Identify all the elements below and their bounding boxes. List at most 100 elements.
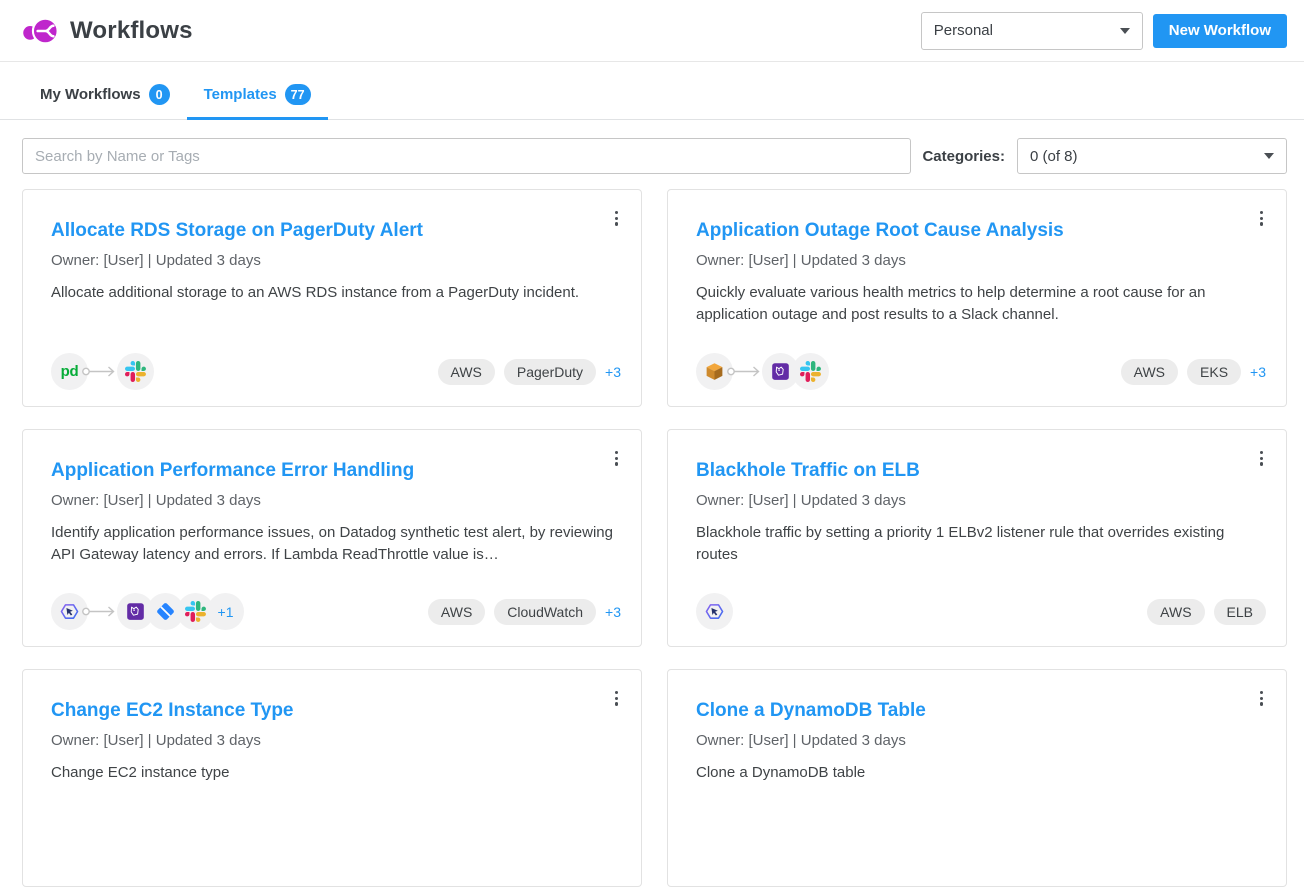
kebab-dot: [615, 697, 618, 700]
chevron-down-icon: [1120, 28, 1130, 34]
card-meta: Owner: [User] | Updated 3 days: [51, 492, 613, 509]
app-logo-icon: [22, 14, 60, 48]
categories-select-value: 0 (of 8): [1030, 148, 1078, 165]
kebab-dot: [1260, 451, 1263, 454]
workflow-card: Change EC2 Instance Type Owner: [User] |…: [22, 669, 642, 887]
card-menu-button[interactable]: [610, 686, 623, 711]
tab-count-badge: 77: [285, 84, 311, 105]
card-tags: AWS EKS +3: [1121, 359, 1266, 385]
kebab-dot: [615, 691, 618, 694]
slack-icon: [792, 353, 829, 390]
card-meta: Owner: [User] | Updated 3 days: [51, 732, 613, 749]
tags-overflow-count[interactable]: +3: [1250, 364, 1266, 380]
tab-label: Templates: [204, 86, 277, 103]
cards-grid: Allocate RDS Storage on PagerDuty Alert …: [22, 189, 1287, 887]
app-header: Workflows Personal New Workflow: [0, 0, 1304, 62]
categories-filter: Categories: 0 (of 8): [922, 138, 1287, 174]
card-integrations: +1: [51, 593, 244, 630]
synthetics-icon: [696, 593, 733, 630]
kebab-dot: [615, 211, 618, 214]
kebab-dot: [1260, 217, 1263, 220]
tab-label: My Workflows: [40, 86, 141, 103]
slack-icon: [117, 353, 154, 390]
card-menu-button[interactable]: [1255, 686, 1268, 711]
card-title-link[interactable]: Change EC2 Instance Type: [51, 700, 294, 722]
card-menu-button[interactable]: [1255, 206, 1268, 231]
kebab-dot: [1260, 691, 1263, 694]
search-input[interactable]: [22, 138, 911, 174]
workflow-card: Allocate RDS Storage on PagerDuty Alert …: [22, 189, 642, 407]
tag-pill: AWS: [1121, 359, 1178, 385]
categories-select[interactable]: 0 (of 8): [1017, 138, 1287, 174]
tag-pill: AWS: [438, 359, 495, 385]
tag-pill: PagerDuty: [504, 359, 596, 385]
kebab-dot: [1260, 462, 1263, 465]
card-description: Identify application performance issues,…: [51, 522, 613, 566]
workspace-select-value: Personal: [934, 22, 993, 39]
tab-bar: My Workflows 0 Templates 77: [0, 76, 1304, 120]
card-description: Quickly evaluate various health metrics …: [696, 282, 1258, 326]
card-menu-button[interactable]: [1255, 446, 1268, 471]
categories-label: Categories:: [922, 148, 1005, 165]
kebab-dot: [1260, 211, 1263, 214]
card-title-link[interactable]: Application Outage Root Cause Analysis: [696, 220, 1064, 242]
kebab-dot: [615, 222, 618, 225]
card-tags: AWS CloudWatch +3: [428, 599, 621, 625]
workflow-card: Blackhole Traffic on ELB Owner: [User] |…: [667, 429, 1287, 647]
card-meta: Owner: [User] | Updated 3 days: [696, 732, 1258, 749]
tags-overflow-count[interactable]: +3: [605, 604, 621, 620]
chevron-down-icon: [1264, 153, 1274, 159]
connector-arrow-icon: [726, 353, 764, 390]
tab-count-badge: 0: [149, 84, 170, 105]
tag-pill: AWS: [1147, 599, 1204, 625]
card-footer: +1 AWS CloudWatch +3: [51, 593, 621, 630]
kebab-dot: [1260, 222, 1263, 225]
workflow-card: Application Performance Error Handling O…: [22, 429, 642, 647]
header-actions: Personal New Workflow: [921, 12, 1287, 50]
kebab-dot: [1260, 697, 1263, 700]
tag-pill: CloudWatch: [494, 599, 596, 625]
card-menu-button[interactable]: [610, 206, 623, 231]
kebab-dot: [1260, 702, 1263, 705]
icon-overflow-count: +1: [207, 593, 244, 630]
card-footer: AWS EKS +3: [696, 353, 1266, 390]
card-meta: Owner: [User] | Updated 3 days: [696, 492, 1258, 509]
tag-pill: EKS: [1187, 359, 1241, 385]
card-description: Change EC2 instance type: [51, 762, 613, 784]
kebab-dot: [1260, 457, 1263, 460]
card-integrations: [696, 353, 829, 390]
tag-pill: AWS: [428, 599, 485, 625]
card-meta: Owner: [User] | Updated 3 days: [696, 252, 1258, 269]
kebab-dot: [615, 457, 618, 460]
card-tags: AWS PagerDuty +3: [438, 359, 622, 385]
kebab-dot: [615, 462, 618, 465]
card-meta: Owner: [User] | Updated 3 days: [51, 252, 613, 269]
tag-pill: ELB: [1214, 599, 1266, 625]
card-integrations: [696, 593, 733, 630]
kebab-dot: [615, 451, 618, 454]
card-tags: AWS ELB: [1147, 599, 1266, 625]
card-description: Blackhole traffic by setting a priority …: [696, 522, 1258, 566]
tab-templates[interactable]: Templates 77: [187, 76, 328, 120]
filter-toolbar: Categories: 0 (of 8): [22, 138, 1287, 174]
kebab-dot: [615, 702, 618, 705]
tags-overflow-count[interactable]: +3: [605, 364, 621, 380]
card-title-link[interactable]: Clone a DynamoDB Table: [696, 700, 926, 722]
tab-my-workflows[interactable]: My Workflows 0: [23, 76, 187, 120]
workflow-card: Clone a DynamoDB Table Owner: [User] | U…: [667, 669, 1287, 887]
card-title-link[interactable]: Application Performance Error Handling: [51, 460, 414, 482]
kebab-dot: [615, 217, 618, 220]
card-title-link[interactable]: Blackhole Traffic on ELB: [696, 460, 920, 482]
card-footer: AWS ELB: [696, 593, 1266, 630]
new-workflow-button[interactable]: New Workflow: [1153, 14, 1287, 48]
page-title: Workflows: [70, 17, 193, 45]
card-description: Clone a DynamoDB table: [696, 762, 1258, 784]
card-title-link[interactable]: Allocate RDS Storage on PagerDuty Alert: [51, 220, 423, 242]
card-menu-button[interactable]: [610, 446, 623, 471]
card-integrations: pd: [51, 353, 154, 390]
connector-arrow-icon: [81, 593, 119, 630]
workspace-select[interactable]: Personal: [921, 12, 1143, 50]
card-description: Allocate additional storage to an AWS RD…: [51, 282, 613, 304]
card-footer: pd AWS PagerDuty +3: [51, 353, 621, 390]
connector-arrow-icon: [81, 353, 119, 390]
